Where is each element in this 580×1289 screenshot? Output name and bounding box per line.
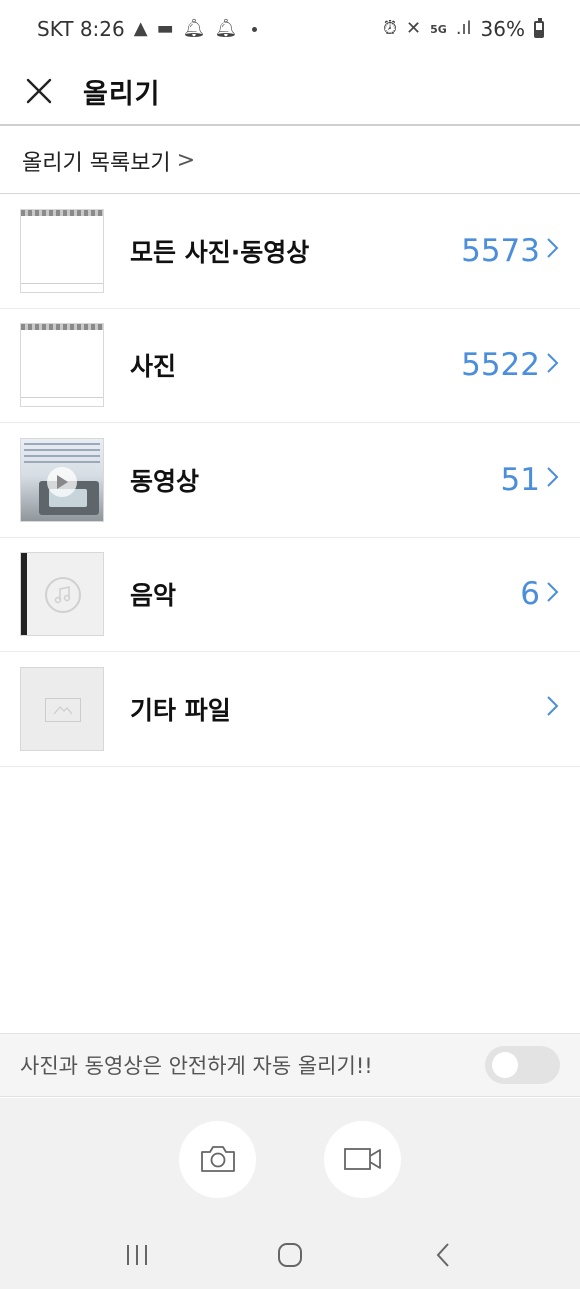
status-bar: SKT 8:26 ▲ ▬ 🔔︎ 🔔︎ ⏰︎ ✕ 5G .ıl 36% — [0, 0, 580, 58]
thumbnail-videos — [20, 437, 104, 522]
recent-apps-icon — [126, 1244, 147, 1265]
back-button[interactable] — [413, 1230, 473, 1280]
chevron-right-icon — [546, 578, 560, 611]
chevron-right-icon — [546, 349, 560, 382]
category-count: 51 — [500, 461, 540, 498]
thumbnail-other — [20, 666, 104, 751]
header: 올리기 — [0, 58, 580, 126]
home-button[interactable] — [260, 1230, 320, 1280]
auto-upload-bar: 사진과 동영상은 안전하게 자동 올리기!! — [0, 1033, 580, 1097]
category-label: 기타 파일 — [130, 695, 231, 725]
page-title: 올리기 — [83, 78, 161, 110]
thumbnail-strip — [21, 324, 103, 331]
upload-list-label: 올리기 목록보기 — [22, 150, 171, 176]
camera-icon — [200, 1146, 235, 1172]
auto-upload-label: 사진과 동영상은 안전하게 자동 올리기!! — [20, 1054, 373, 1078]
system-nav-bar — [0, 1220, 580, 1289]
thumbnail-line — [21, 282, 103, 284]
auto-upload-toggle[interactable] — [485, 1046, 560, 1084]
thumbnail-text-line — [24, 442, 100, 445]
video-button[interactable] — [324, 1120, 401, 1198]
image-placeholder-icon — [45, 697, 81, 722]
category-label: 음악 — [130, 581, 177, 611]
camera-button[interactable] — [179, 1120, 256, 1198]
thumbnail-strip — [21, 209, 103, 216]
chevron-right-icon: > — [176, 148, 196, 173]
thumbnail-line — [21, 397, 103, 399]
carrier-time: SKT 8:26 — [37, 17, 125, 41]
message-icon: ▬ — [156, 18, 174, 39]
warning-icon: ▲ — [133, 18, 148, 39]
battery-icon — [534, 17, 544, 38]
thumbnail-text-line — [24, 460, 100, 463]
status-bar-left: SKT 8:26 ▲ ▬ 🔔︎ 🔔︎ — [37, 17, 258, 41]
close-icon — [26, 78, 52, 104]
thumbnail-text-line — [24, 448, 100, 451]
home-icon — [277, 1242, 302, 1267]
chevron-right-icon — [546, 234, 560, 267]
capture-area — [0, 1098, 580, 1220]
category-photos[interactable]: 사진 5522 — [0, 309, 580, 423]
upload-list-link[interactable]: 올리기 목록보기 > — [0, 128, 580, 194]
chevron-right-icon — [546, 463, 560, 496]
mute-icon: ✕ — [406, 18, 422, 39]
category-count: 5573 — [461, 232, 540, 269]
category-label: 동영상 — [130, 466, 200, 496]
back-icon — [436, 1242, 450, 1267]
play-icon — [47, 466, 77, 497]
category-count: 6 — [520, 576, 540, 613]
recent-apps-button[interactable] — [107, 1230, 167, 1280]
battery-percent: 36% — [480, 17, 525, 41]
network-5g-icon: 5G — [430, 22, 447, 36]
more-notifications-icon — [252, 26, 258, 32]
category-count: 5522 — [461, 347, 540, 384]
status-bar-right: ⏰︎ ✕ 5G .ıl 36% — [383, 17, 544, 41]
music-note-icon — [45, 577, 81, 614]
signal-icon: .ıl — [455, 18, 472, 39]
thumbnail-text-line — [24, 454, 100, 457]
alarm-icon: ⏰︎ — [382, 18, 398, 39]
category-label: 모든 사진·동영상 — [130, 237, 310, 267]
category-all-photos-videos[interactable]: 모든 사진·동영상 5573 — [0, 194, 580, 309]
category-other-files[interactable]: 기타 파일 — [0, 652, 580, 767]
close-button[interactable] — [17, 69, 61, 113]
category-list: 모든 사진·동영상 5573 사진 5522 동영상 51 음악 6 기타 파일 — [0, 194, 580, 767]
notification-icon: 🔔︎ — [214, 18, 238, 39]
thumbnail-music — [20, 552, 104, 637]
video-camera-icon — [343, 1148, 381, 1170]
thumbnail-all — [20, 208, 104, 293]
thumbnail-photos — [20, 323, 104, 408]
category-videos[interactable]: 동영상 51 — [0, 423, 580, 538]
category-music[interactable]: 음악 6 — [0, 538, 580, 652]
thumbnail-spine — [21, 553, 27, 636]
toggle-knob — [492, 1052, 518, 1078]
notification-icon: 🔔︎ — [182, 18, 206, 39]
chevron-right-icon — [546, 692, 560, 725]
category-label: 사진 — [130, 352, 177, 382]
